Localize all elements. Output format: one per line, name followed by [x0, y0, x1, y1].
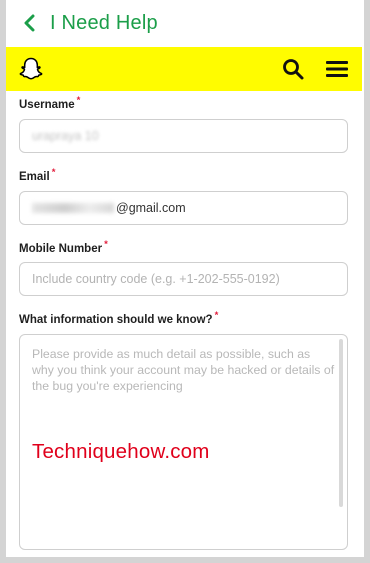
chevron-left-icon: [24, 14, 35, 32]
back-button[interactable]: [16, 3, 44, 43]
email-field[interactable]: @gmail.com: [19, 190, 348, 225]
hamburger-menu-icon[interactable]: [324, 56, 350, 82]
page-title: I Need Help: [50, 11, 158, 34]
search-icon[interactable]: [280, 56, 306, 82]
username-label: Username *: [19, 95, 81, 111]
textarea-scrollbar[interactable]: [339, 339, 343, 508]
mobile-number-field[interactable]: Include country code (e.g. +1-202-555-01…: [19, 262, 348, 297]
email-label: Email *: [19, 166, 56, 183]
top-bar: I Need Help: [6, 0, 364, 46]
email-redaction: [32, 202, 114, 213]
info-label: What information should we know? *: [19, 310, 219, 327]
mobile-label: Mobile Number *: [19, 238, 108, 255]
snapchat-nav-bar: [6, 47, 362, 91]
watermark-text: Techniquehow.com: [32, 440, 210, 463]
help-form: Username * urapraya 10 Email * @gmail.com …: [19, 91, 350, 551]
username-field[interactable]: urapraya 10: [19, 118, 348, 153]
snapchat-ghost-icon[interactable]: [18, 56, 44, 82]
